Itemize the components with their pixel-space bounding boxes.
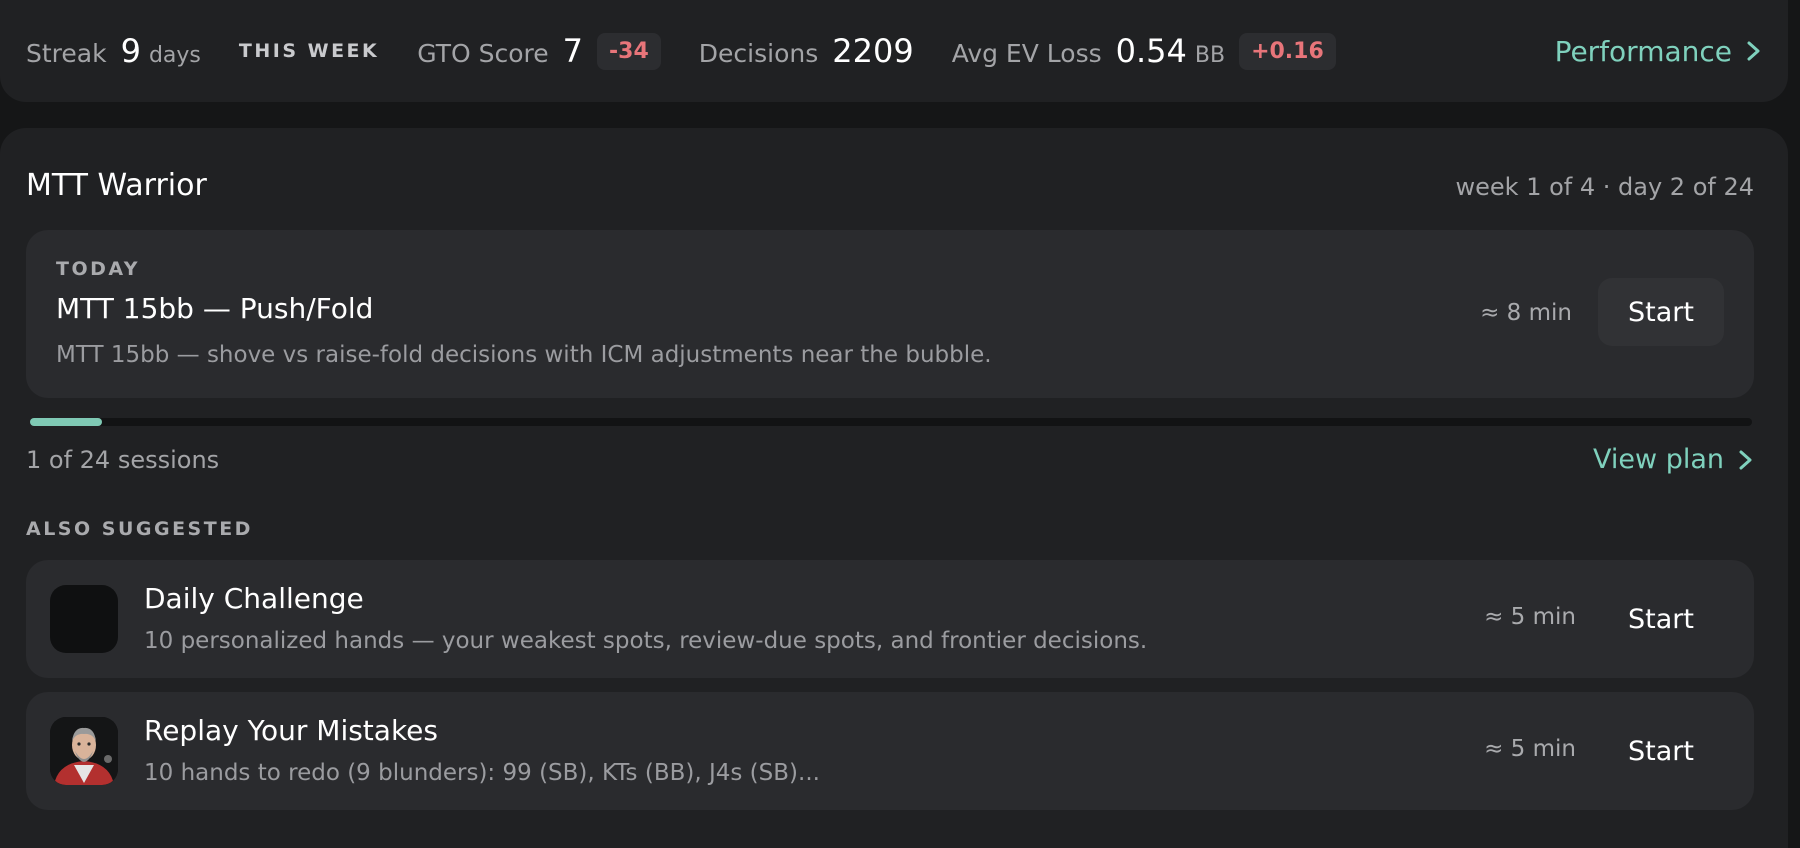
plan-header: MTT Warrior week 1 of 4 · day 2 of 24 [26, 168, 1754, 203]
suggestion-duration: ≈ 5 min [1484, 604, 1576, 630]
sessions-progress-bar [30, 418, 1752, 426]
coach-avatar [50, 717, 118, 785]
decisions-value: 2209 [832, 32, 914, 70]
plan-title: MTT Warrior [26, 168, 207, 203]
gto-score-value: 7 [562, 32, 584, 70]
today-session-card: TODAY MTT 15bb — Push/Fold MTT 15bb — sh… [26, 230, 1754, 398]
today-session-duration: ≈ 8 min [1480, 300, 1572, 326]
plan-week-day-progress: week 1 of 4 · day 2 of 24 [1455, 173, 1754, 201]
ev-loss-stat: Avg EV Loss 0.54 BB +0.16 [952, 32, 1336, 70]
suggestion-description: 10 hands to redo (9 blunders): 99 (SB), … [144, 760, 820, 786]
today-session-title: MTT 15bb — Push/Fold [56, 292, 374, 325]
suggestion-title: Replay Your Mistakes [144, 714, 438, 747]
decisions-label: Decisions [698, 39, 819, 68]
sessions-count-text: 1 of 24 sessions [26, 446, 220, 474]
ev-loss-value: 0.54 [1115, 32, 1187, 70]
gto-score-delta-badge: -34 [597, 32, 661, 70]
streak-unit: days [148, 43, 201, 68]
challenge-icon [50, 585, 118, 653]
gto-score-label: GTO Score [417, 39, 549, 68]
performance-link-label: Performance [1554, 34, 1732, 68]
chevron-right-icon [1739, 450, 1752, 469]
stats-bar: Streak 9 days THIS WEEK GTO Score 7 -34 … [0, 0, 1788, 102]
streak-value: 9 [120, 32, 141, 70]
today-label: TODAY [56, 258, 141, 280]
decisions-stat: Decisions 2209 [699, 32, 914, 70]
ev-loss-unit: BB [1194, 43, 1226, 68]
ev-loss-delta-badge: +0.16 [1239, 32, 1336, 70]
this-week-label: THIS WEEK [238, 40, 380, 62]
also-suggested-label: ALSO SUGGESTED [26, 518, 253, 540]
performance-link[interactable]: Performance [1555, 35, 1762, 68]
view-plan-link[interactable]: View plan [1593, 444, 1754, 475]
today-start-button[interactable]: Start [1598, 278, 1724, 346]
streak-label: Streak [26, 39, 107, 68]
view-plan-label: View plan [1593, 444, 1724, 475]
ev-loss-label: Avg EV Loss [951, 39, 1102, 68]
replay-mistakes-start-button[interactable]: Start [1602, 722, 1720, 780]
daily-challenge-start-button[interactable]: Start [1602, 590, 1720, 648]
streak-stat: Streak 9 days [26, 32, 201, 70]
coach-avatar-icon [50, 717, 118, 785]
chevron-right-icon [1747, 41, 1760, 61]
sessions-progress-fill [30, 418, 102, 426]
suggestion-card-daily-challenge: Daily Challenge 10 personalized hands — … [26, 560, 1754, 678]
gto-score-stat: GTO Score 7 -34 [417, 32, 661, 70]
today-session-description: MTT 15bb — shove vs raise-fold decisions… [56, 342, 992, 368]
suggestion-duration: ≈ 5 min [1484, 736, 1576, 762]
suggestion-description: 10 personalized hands — your weakest spo… [144, 628, 1148, 654]
suggestion-card-replay-mistakes: Replay Your Mistakes 10 hands to redo (9… [26, 692, 1754, 810]
suggestion-title: Daily Challenge [144, 582, 364, 615]
training-plan-card: MTT Warrior week 1 of 4 · day 2 of 24 TO… [0, 128, 1788, 848]
